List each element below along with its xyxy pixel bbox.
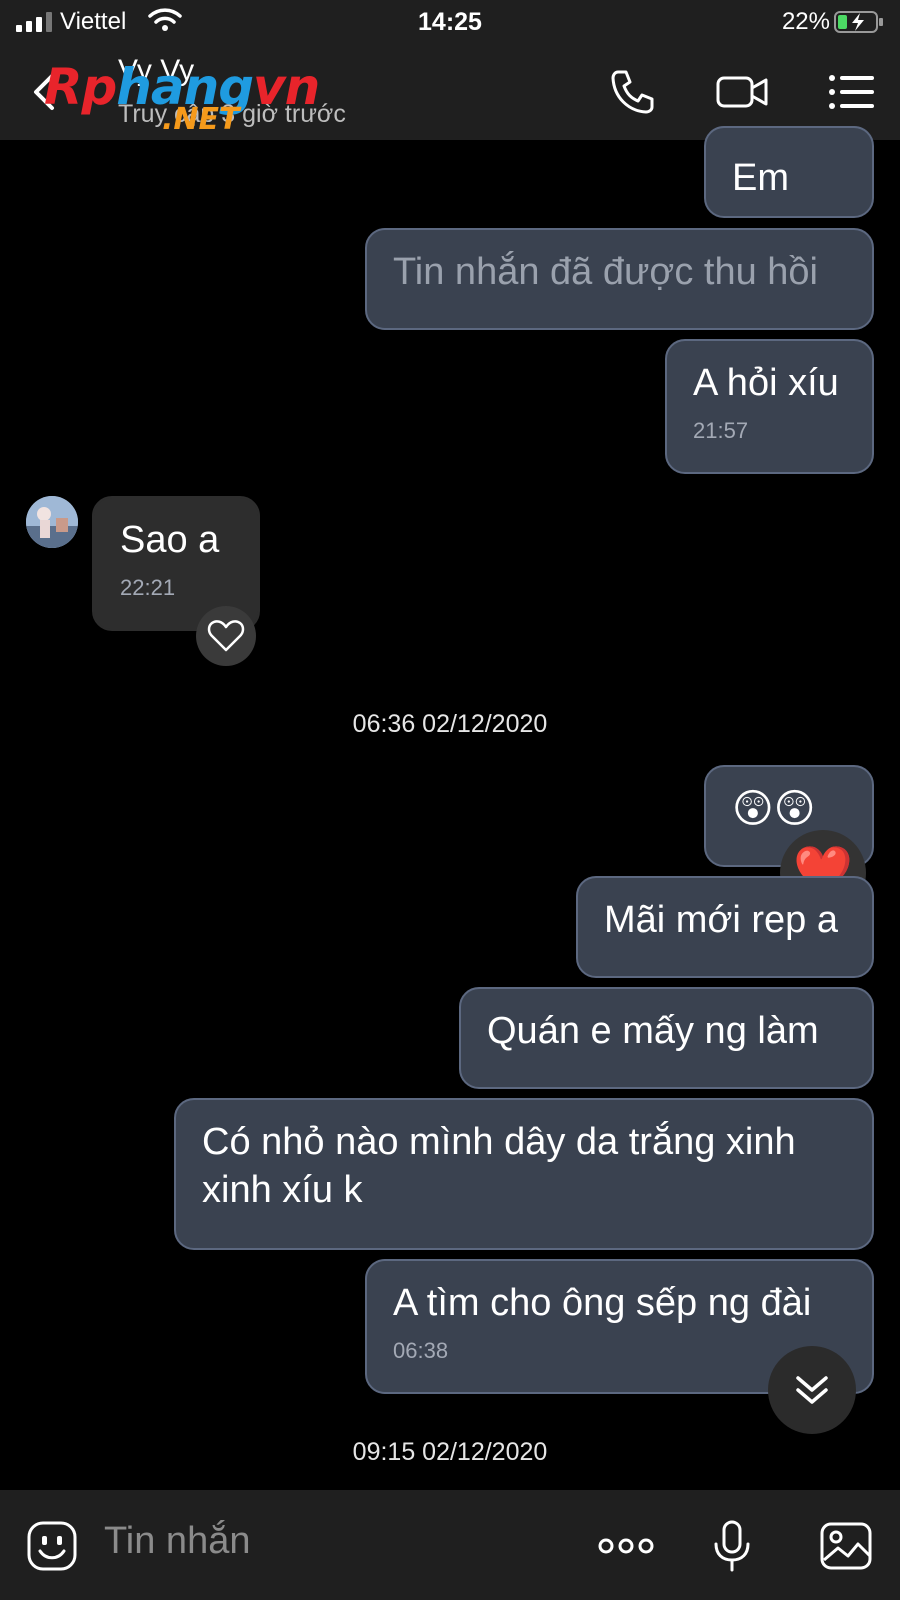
message-time: 22:21 [120, 575, 176, 600]
status-bar: Viettel 14:25 22% [0, 0, 900, 44]
scroll-to-bottom-button[interactable] [768, 1346, 856, 1434]
message-text: Tin nhắn đã được thu hồi [393, 251, 818, 293]
date-separator: 09:15 02/12/2020 [352, 1438, 548, 1466]
phone-icon[interactable] [606, 66, 658, 118]
message-bubble-outgoing[interactable]: Em [704, 126, 874, 218]
react-heart-button[interactable] [196, 606, 256, 666]
message-input-bar: Tin nhắn [0, 1490, 900, 1600]
watermark-logo: Rphangvn .NET [44, 58, 324, 138]
message-time: 21:57 [693, 418, 749, 443]
microphone-icon[interactable] [706, 1520, 758, 1572]
heart-outline-icon [207, 620, 245, 652]
menu-list-icon[interactable] [826, 66, 878, 118]
message-bubble-outgoing[interactable]: Quán e mấy ng làm [459, 987, 874, 1089]
sticker-icon[interactable] [26, 1520, 78, 1572]
battery-percent: 22% [781, 8, 830, 35]
message-bubble-recalled[interactable]: Tin nhắn đã được thu hồi [365, 228, 874, 330]
message-bubble-outgoing[interactable]: A hỏi xíu 21:57 [665, 339, 874, 474]
double-chevron-down-icon [796, 1376, 828, 1404]
message-bubble-outgoing[interactable]: Có nhỏ nào mình dây da trắng xinh xinh x… [174, 1098, 874, 1250]
contact-avatar[interactable] [26, 496, 78, 548]
message-text: Có nhỏ nào mình dây da trắng xinh xinh x… [202, 1121, 796, 1211]
message-text: Sao a [120, 519, 220, 561]
message-bubble-outgoing[interactable]: Mãi mới rep a [576, 876, 874, 978]
message-text: Em [732, 157, 789, 199]
avatar-image [26, 496, 78, 548]
more-options-icon[interactable] [596, 1520, 656, 1572]
message-text: Mãi mới rep a [604, 899, 838, 941]
message-input[interactable]: Tin nhắn [104, 1520, 250, 1563]
message-text: A tìm cho ông sếp ng đài [393, 1282, 812, 1324]
watermark-tld: .NET [162, 102, 240, 137]
clock: 14:25 [418, 8, 482, 36]
message-text: 😲😲 [732, 787, 816, 831]
date-separator: 06:36 02/12/2020 [352, 710, 548, 738]
message-text: Quán e mấy ng làm [487, 1010, 819, 1052]
video-call-icon[interactable] [716, 66, 768, 118]
image-gallery-icon[interactable] [820, 1520, 872, 1572]
battery-charging-icon [834, 11, 883, 33]
message-text: A hỏi xíu [693, 362, 839, 404]
